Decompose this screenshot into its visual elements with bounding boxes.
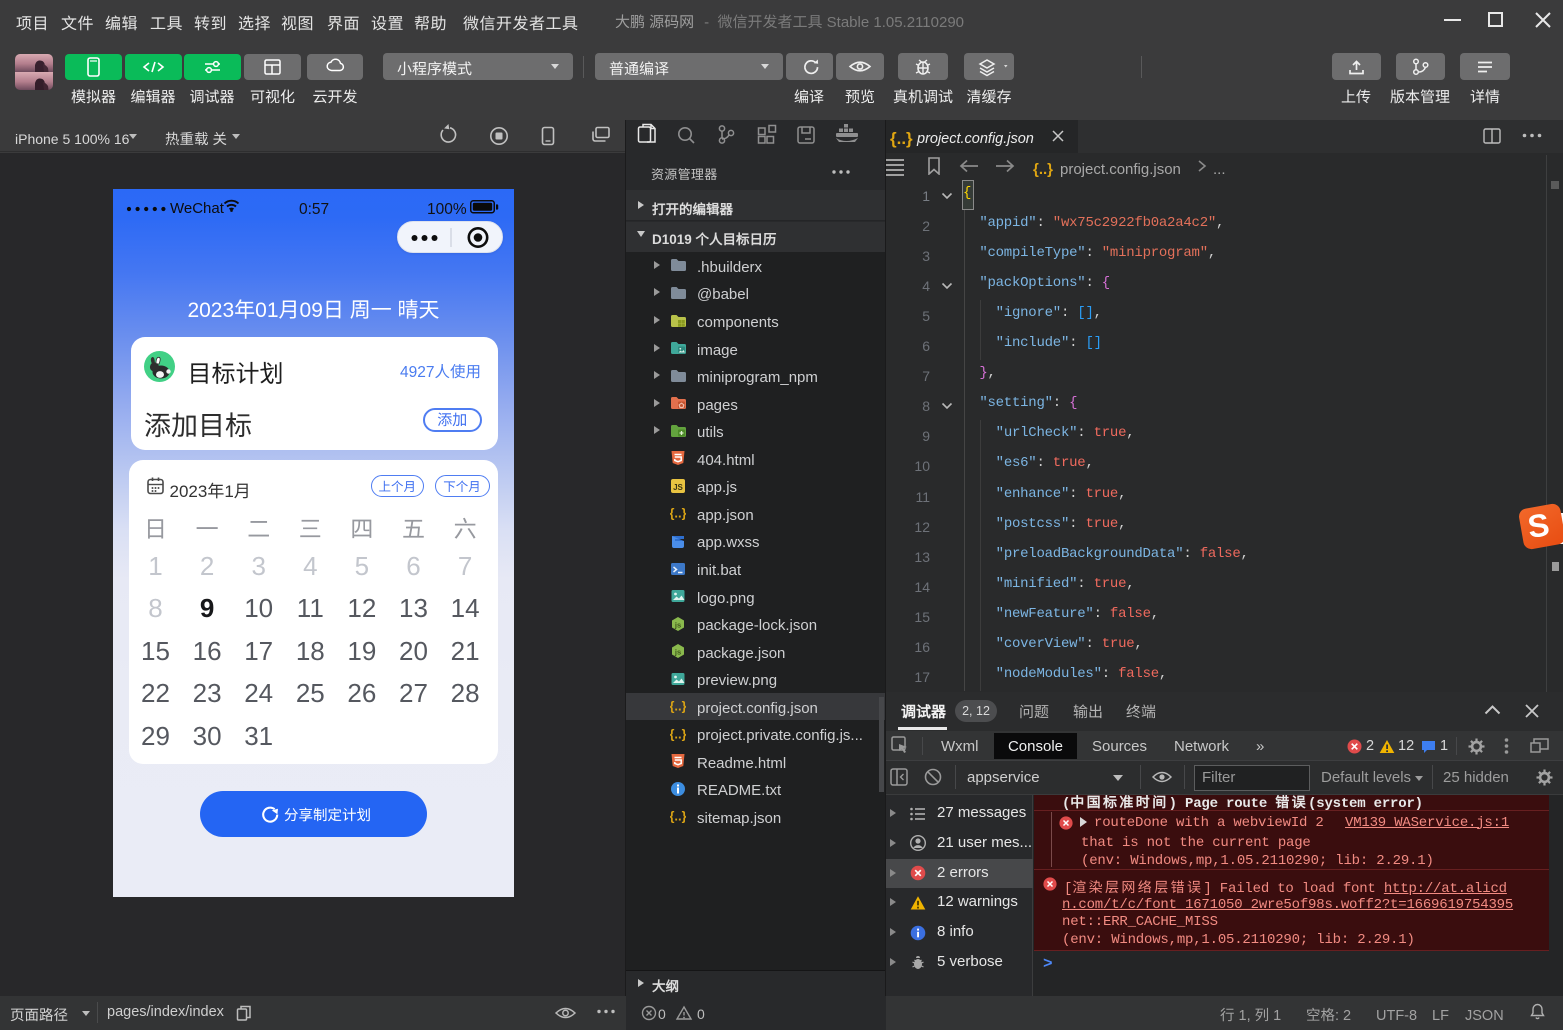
svg-text:{..}: {..} xyxy=(670,726,686,741)
svg-text:{..}: {..} xyxy=(670,506,686,521)
svg-text:JS: JS xyxy=(673,483,683,492)
svg-text:{..}: {..} xyxy=(670,699,686,714)
svg-text:js: js xyxy=(674,648,681,657)
svg-text:js: js xyxy=(674,620,681,629)
svg-text:{..}: {..} xyxy=(670,809,686,824)
